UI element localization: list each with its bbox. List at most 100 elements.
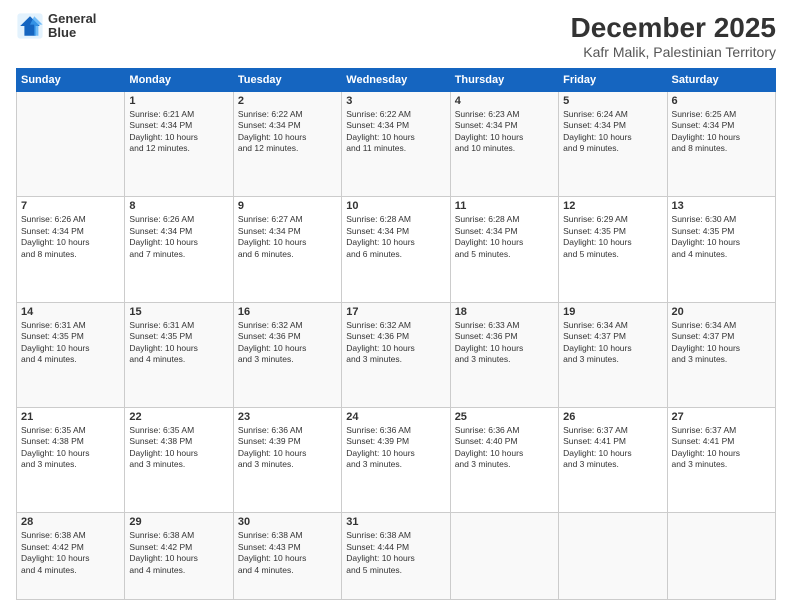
header: General Blue December 2025 Kafr Malik, P… bbox=[16, 12, 776, 60]
calendar-weekday-header: Thursday bbox=[450, 69, 558, 92]
day-info: Sunrise: 6:37 AM Sunset: 4:41 PM Dayligh… bbox=[672, 425, 771, 471]
calendar-week-row: 7 Sunrise: 6:26 AM Sunset: 4:34 PM Daylig… bbox=[17, 197, 776, 302]
day-info: Sunrise: 6:28 AM Sunset: 4:34 PM Dayligh… bbox=[346, 214, 445, 260]
calendar-day-cell: 25 Sunrise: 6:36 AM Sunset: 4:40 PM Dayli… bbox=[450, 407, 558, 512]
day-info: Sunrise: 6:38 AM Sunset: 4:44 PM Dayligh… bbox=[346, 530, 445, 576]
calendar-day-cell: 14 Sunrise: 6:31 AM Sunset: 4:35 PM Dayli… bbox=[17, 302, 125, 407]
day-info: Sunrise: 6:24 AM Sunset: 4:34 PM Dayligh… bbox=[563, 109, 662, 155]
day-info: Sunrise: 6:22 AM Sunset: 4:34 PM Dayligh… bbox=[346, 109, 445, 155]
calendar-day-cell: 3 Sunrise: 6:22 AM Sunset: 4:34 PM Daylig… bbox=[342, 92, 450, 197]
day-number: 29 bbox=[129, 516, 228, 528]
calendar-day-cell bbox=[667, 513, 775, 600]
day-info: Sunrise: 6:27 AM Sunset: 4:34 PM Dayligh… bbox=[238, 214, 337, 260]
calendar-day-cell: 24 Sunrise: 6:36 AM Sunset: 4:39 PM Dayli… bbox=[342, 407, 450, 512]
calendar-day-cell: 9 Sunrise: 6:27 AM Sunset: 4:34 PM Daylig… bbox=[233, 197, 341, 302]
day-number: 12 bbox=[563, 200, 662, 212]
calendar-week-row: 14 Sunrise: 6:31 AM Sunset: 4:35 PM Dayli… bbox=[17, 302, 776, 407]
calendar-day-cell: 29Sunrise: 6:38 AM Sunset: 4:42 PM Dayli… bbox=[125, 513, 233, 600]
calendar-day-cell: 13 Sunrise: 6:30 AM Sunset: 4:35 PM Dayli… bbox=[667, 197, 775, 302]
day-info: Sunrise: 6:31 AM Sunset: 4:35 PM Dayligh… bbox=[21, 320, 120, 366]
day-info: Sunrise: 6:36 AM Sunset: 4:39 PM Dayligh… bbox=[238, 425, 337, 471]
calendar-weekday-header: Saturday bbox=[667, 69, 775, 92]
day-number: 21 bbox=[21, 411, 120, 423]
day-info: Sunrise: 6:34 AM Sunset: 4:37 PM Dayligh… bbox=[672, 320, 771, 366]
calendar-day-cell: 17 Sunrise: 6:32 AM Sunset: 4:36 PM Dayli… bbox=[342, 302, 450, 407]
day-number: 5 bbox=[563, 95, 662, 107]
day-number: 7 bbox=[21, 200, 120, 212]
day-info: Sunrise: 6:36 AM Sunset: 4:40 PM Dayligh… bbox=[455, 425, 554, 471]
day-number: 11 bbox=[455, 200, 554, 212]
calendar-day-cell: 5 Sunrise: 6:24 AM Sunset: 4:34 PM Daylig… bbox=[559, 92, 667, 197]
day-info: Sunrise: 6:29 AM Sunset: 4:35 PM Dayligh… bbox=[563, 214, 662, 260]
day-number: 6 bbox=[672, 95, 771, 107]
day-number: 16 bbox=[238, 306, 337, 318]
day-number: 27 bbox=[672, 411, 771, 423]
day-number: 24 bbox=[346, 411, 445, 423]
day-info: Sunrise: 6:34 AM Sunset: 4:37 PM Dayligh… bbox=[563, 320, 662, 366]
day-number: 18 bbox=[455, 306, 554, 318]
day-number: 25 bbox=[455, 411, 554, 423]
calendar-week-row: 21 Sunrise: 6:35 AM Sunset: 4:38 PM Dayli… bbox=[17, 407, 776, 512]
calendar-day-cell: 31 Sunrise: 6:38 AM Sunset: 4:44 PM Dayli… bbox=[342, 513, 450, 600]
day-info: Sunrise: 6:37 AM Sunset: 4:41 PM Dayligh… bbox=[563, 425, 662, 471]
day-number: 30 bbox=[238, 516, 337, 528]
calendar-day-cell: 12 Sunrise: 6:29 AM Sunset: 4:35 PM Dayli… bbox=[559, 197, 667, 302]
calendar-day-cell: 30 Sunrise: 6:38 AM Sunset: 4:43 PM Dayli… bbox=[233, 513, 341, 600]
day-number: 14 bbox=[21, 306, 120, 318]
day-info: Sunrise: 6:23 AM Sunset: 4:34 PM Dayligh… bbox=[455, 109, 554, 155]
calendar-day-cell bbox=[450, 513, 558, 600]
day-number: 26 bbox=[563, 411, 662, 423]
calendar-week-row: 1 Sunrise: 6:21 AM Sunset: 4:34 PM Daylig… bbox=[17, 92, 776, 197]
day-number: 15 bbox=[129, 306, 228, 318]
day-info: Sunrise: 6:26 AM Sunset: 4:34 PM Dayligh… bbox=[21, 214, 120, 260]
day-number: 23 bbox=[238, 411, 337, 423]
day-number: 3 bbox=[346, 95, 445, 107]
day-info: Sunrise: 6:30 AM Sunset: 4:35 PM Dayligh… bbox=[672, 214, 771, 260]
day-number: 13 bbox=[672, 200, 771, 212]
calendar-weekday-header: Sunday bbox=[17, 69, 125, 92]
page: General Blue December 2025 Kafr Malik, P… bbox=[0, 0, 792, 612]
day-info: Sunrise: 6:38 AM Sunset: 4:42 PM Dayligh… bbox=[21, 530, 120, 576]
calendar-day-cell: 16Sunrise: 6:32 AM Sunset: 4:36 PM Dayli… bbox=[233, 302, 341, 407]
calendar-day-cell bbox=[559, 513, 667, 600]
day-info: Sunrise: 6:26 AM Sunset: 4:34 PM Dayligh… bbox=[129, 214, 228, 260]
calendar-body: 1 Sunrise: 6:21 AM Sunset: 4:34 PM Daylig… bbox=[17, 92, 776, 600]
calendar-weekday-header: Tuesday bbox=[233, 69, 341, 92]
day-info: Sunrise: 6:35 AM Sunset: 4:38 PM Dayligh… bbox=[21, 425, 120, 471]
calendar-day-cell: 26 Sunrise: 6:37 AM Sunset: 4:41 PM Dayli… bbox=[559, 407, 667, 512]
day-info: Sunrise: 6:31 AM Sunset: 4:35 PM Dayligh… bbox=[129, 320, 228, 366]
calendar-header-row: SundayMondayTuesdayWednesdayThursdayFrid… bbox=[17, 69, 776, 92]
calendar-day-cell: 28Sunrise: 6:38 AM Sunset: 4:42 PM Dayli… bbox=[17, 513, 125, 600]
day-number: 31 bbox=[346, 516, 445, 528]
subtitle: Kafr Malik, Palestinian Territory bbox=[571, 44, 776, 60]
calendar-day-cell: 21 Sunrise: 6:35 AM Sunset: 4:38 PM Dayli… bbox=[17, 407, 125, 512]
calendar-day-cell: 10 Sunrise: 6:28 AM Sunset: 4:34 PM Dayli… bbox=[342, 197, 450, 302]
day-number: 19 bbox=[563, 306, 662, 318]
day-info: Sunrise: 6:35 AM Sunset: 4:38 PM Dayligh… bbox=[129, 425, 228, 471]
day-number: 1 bbox=[129, 95, 228, 107]
day-info: Sunrise: 6:38 AM Sunset: 4:43 PM Dayligh… bbox=[238, 530, 337, 576]
logo-icon bbox=[16, 12, 44, 40]
logo: General Blue bbox=[16, 12, 96, 41]
day-info: Sunrise: 6:25 AM Sunset: 4:34 PM Dayligh… bbox=[672, 109, 771, 155]
month-title: December 2025 bbox=[571, 12, 776, 44]
day-info: Sunrise: 6:28 AM Sunset: 4:34 PM Dayligh… bbox=[455, 214, 554, 260]
calendar-day-cell: 7 Sunrise: 6:26 AM Sunset: 4:34 PM Daylig… bbox=[17, 197, 125, 302]
day-number: 17 bbox=[346, 306, 445, 318]
calendar-day-cell: 23 Sunrise: 6:36 AM Sunset: 4:39 PM Dayli… bbox=[233, 407, 341, 512]
logo-text: General Blue bbox=[48, 12, 96, 41]
day-info: Sunrise: 6:33 AM Sunset: 4:36 PM Dayligh… bbox=[455, 320, 554, 366]
calendar-weekday-header: Wednesday bbox=[342, 69, 450, 92]
day-number: 10 bbox=[346, 200, 445, 212]
day-number: 8 bbox=[129, 200, 228, 212]
day-info: Sunrise: 6:32 AM Sunset: 4:36 PM Dayligh… bbox=[346, 320, 445, 366]
calendar-day-cell: 19 Sunrise: 6:34 AM Sunset: 4:37 PM Dayli… bbox=[559, 302, 667, 407]
calendar-weekday-header: Monday bbox=[125, 69, 233, 92]
day-info: Sunrise: 6:21 AM Sunset: 4:34 PM Dayligh… bbox=[129, 109, 228, 155]
day-number: 9 bbox=[238, 200, 337, 212]
calendar-day-cell: 18 Sunrise: 6:33 AM Sunset: 4:36 PM Dayli… bbox=[450, 302, 558, 407]
calendar-day-cell: 4Sunrise: 6:23 AM Sunset: 4:34 PM Daylig… bbox=[450, 92, 558, 197]
calendar-day-cell: 6 Sunrise: 6:25 AM Sunset: 4:34 PM Daylig… bbox=[667, 92, 775, 197]
day-info: Sunrise: 6:36 AM Sunset: 4:39 PM Dayligh… bbox=[346, 425, 445, 471]
calendar-weekday-header: Friday bbox=[559, 69, 667, 92]
